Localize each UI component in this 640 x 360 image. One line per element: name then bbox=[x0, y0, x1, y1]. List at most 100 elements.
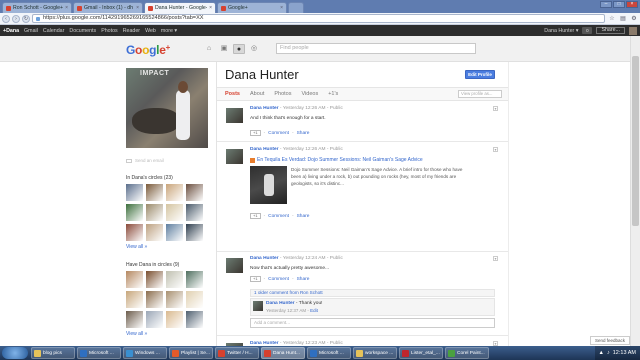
circle-member-avatar[interactable] bbox=[146, 204, 163, 221]
gbar-calendar-link[interactable]: Calendar bbox=[43, 28, 65, 34]
gbar-share-button[interactable]: Share... bbox=[596, 27, 625, 34]
taskbar-item[interactable]: Lister_etal_... bbox=[399, 347, 443, 359]
browser-tab[interactable]: Google+ × bbox=[217, 2, 287, 13]
browser-tab[interactable]: Gmail - Inbox (1) - dh × bbox=[73, 2, 143, 13]
taskbar-item[interactable]: workspace ... bbox=[353, 347, 397, 359]
post-menu-icon[interactable]: ▾ bbox=[493, 256, 498, 261]
address-bar[interactable]: https://plus.google.com/1142919652691655… bbox=[32, 14, 605, 23]
new-tab-button[interactable] bbox=[288, 2, 304, 13]
post-avatar[interactable] bbox=[226, 149, 243, 164]
post-menu-icon[interactable]: ▾ bbox=[493, 147, 498, 152]
circle-member-avatar[interactable] bbox=[166, 184, 183, 201]
in-circles-title[interactable]: In Dana's circles (23) bbox=[126, 175, 208, 181]
gbar-user-name[interactable]: Dana Hunter ▾ bbox=[544, 28, 578, 34]
browser-tab[interactable]: Ron Schott - Google+ × bbox=[2, 2, 72, 13]
post-time[interactable]: Yesterday 12:24 AM bbox=[283, 256, 326, 261]
gbar-documents-link[interactable]: Documents bbox=[69, 28, 96, 34]
comment-avatar[interactable] bbox=[253, 301, 263, 311]
gbar-web-link[interactable]: Web bbox=[145, 28, 156, 34]
close-tab-icon[interactable]: × bbox=[65, 5, 68, 11]
comment-time[interactable]: Yesterday 12:37 AM bbox=[266, 308, 306, 313]
post-author[interactable]: Dana Hunter bbox=[250, 147, 279, 152]
share-link[interactable]: Share bbox=[297, 214, 310, 219]
post-author[interactable]: Dana Hunter bbox=[250, 106, 279, 111]
gbar-avatar[interactable] bbox=[629, 26, 637, 35]
follower-avatar[interactable] bbox=[166, 291, 183, 308]
home-icon[interactable]: ⌂ bbox=[203, 44, 215, 54]
gbar-gmail-link[interactable]: Gmail bbox=[24, 28, 38, 34]
star-icon[interactable]: ☆ bbox=[608, 15, 616, 23]
circle-member-avatar[interactable] bbox=[186, 204, 203, 221]
view-profile-as-input[interactable]: View profile as... bbox=[458, 90, 502, 98]
network-icon[interactable]: ▲ bbox=[599, 350, 604, 356]
find-people-input[interactable]: Find people bbox=[276, 43, 476, 54]
circle-member-avatar[interactable] bbox=[166, 204, 183, 221]
photos-icon[interactable]: ▣ bbox=[218, 44, 230, 54]
wrench-icon[interactable]: ⚙ bbox=[630, 15, 638, 23]
taskbar-item[interactable]: Windows ... bbox=[123, 347, 167, 359]
maximize-icon[interactable]: □ bbox=[613, 1, 625, 8]
circle-member-avatar[interactable] bbox=[186, 224, 203, 241]
page-scrollbar[interactable] bbox=[630, 36, 640, 346]
comment-link[interactable]: Comment bbox=[268, 214, 289, 219]
post-time[interactable]: Yesterday 12:26 AM bbox=[283, 106, 326, 111]
link-thumbnail[interactable] bbox=[250, 166, 287, 204]
circles-icon[interactable]: ◎ bbox=[248, 44, 260, 54]
follower-avatar[interactable] bbox=[186, 271, 203, 288]
comment-edit-link[interactable]: Edit bbox=[310, 308, 318, 313]
post-author[interactable]: Dana Hunter bbox=[250, 256, 279, 261]
circle-member-avatar[interactable] bbox=[126, 184, 143, 201]
gbar-reader-link[interactable]: Reader bbox=[123, 28, 140, 34]
volume-icon[interactable]: ♪ bbox=[607, 350, 610, 356]
post-menu-icon[interactable]: ▾ bbox=[493, 106, 498, 111]
add-comment-input[interactable]: Add a comment... bbox=[250, 318, 495, 328]
follower-avatar[interactable] bbox=[186, 291, 203, 308]
follower-avatar[interactable] bbox=[126, 271, 143, 288]
tab-plus-ones[interactable]: +1's bbox=[328, 91, 338, 97]
start-button[interactable] bbox=[2, 347, 28, 359]
google-plus-logo[interactable]: Google+ bbox=[126, 43, 170, 57]
post-time[interactable]: Yesterday 12:26 AM bbox=[283, 147, 326, 152]
scrollbar-thumb[interactable] bbox=[632, 56, 639, 226]
post-avatar[interactable] bbox=[226, 258, 243, 273]
page-menu-icon[interactable]: ▤ bbox=[619, 15, 627, 23]
post-visibility[interactable]: Public bbox=[330, 147, 343, 152]
send-email-link[interactable]: Send an email bbox=[126, 158, 208, 163]
circle-member-avatar[interactable] bbox=[186, 184, 203, 201]
close-window-icon[interactable]: × bbox=[626, 1, 638, 8]
taskbar-item[interactable]: Microsoft ... bbox=[77, 347, 121, 359]
notifications-counter[interactable]: 0 bbox=[582, 27, 593, 34]
close-tab-icon[interactable]: × bbox=[209, 5, 212, 11]
circle-member-avatar[interactable] bbox=[146, 224, 163, 241]
tab-about[interactable]: About bbox=[250, 91, 264, 97]
taskbar-item[interactable]: Microsoft ... bbox=[307, 347, 351, 359]
clock[interactable]: 12:13 AM bbox=[613, 350, 636, 356]
follower-avatar[interactable] bbox=[126, 311, 143, 328]
close-tab-icon[interactable]: × bbox=[136, 5, 139, 11]
minimize-icon[interactable]: – bbox=[600, 1, 612, 8]
follower-avatar[interactable] bbox=[166, 271, 183, 288]
have-in-circles-title[interactable]: Have Dana in circles (9) bbox=[126, 262, 208, 268]
plus-one-button[interactable]: +1 bbox=[250, 276, 261, 282]
share-link[interactable]: Share bbox=[297, 131, 310, 136]
taskbar-item[interactable]: Twitter / H... bbox=[215, 347, 259, 359]
gbar-more-link[interactable]: more ▾ bbox=[161, 28, 177, 34]
gbar-photos-link[interactable]: Photos bbox=[101, 28, 118, 34]
share-link[interactable]: Share bbox=[297, 277, 310, 282]
taskbar-item[interactable]: Dana Hunt... bbox=[261, 347, 305, 359]
comment-author[interactable]: Dana Hunter bbox=[266, 301, 295, 306]
follower-avatar[interactable] bbox=[186, 311, 203, 328]
tab-photos[interactable]: Photos bbox=[274, 91, 291, 97]
post-avatar[interactable] bbox=[226, 108, 243, 123]
send-feedback-button[interactable]: Send feedback bbox=[590, 336, 630, 345]
taskbar-item[interactable]: Playlist | Se... bbox=[169, 347, 213, 359]
tab-posts[interactable]: Posts bbox=[225, 91, 240, 97]
older-comments-link[interactable]: 1 older comment from Ron Schott bbox=[250, 289, 495, 297]
gbar-plus-link[interactable]: +Dana bbox=[3, 28, 19, 34]
follower-avatar[interactable] bbox=[146, 291, 163, 308]
post-visibility[interactable]: Public bbox=[330, 106, 343, 111]
view-all-link[interactable]: View all » bbox=[126, 331, 208, 337]
follower-avatar[interactable] bbox=[166, 311, 183, 328]
back-icon[interactable]: ‹ bbox=[2, 14, 10, 23]
circle-member-avatar[interactable] bbox=[146, 184, 163, 201]
